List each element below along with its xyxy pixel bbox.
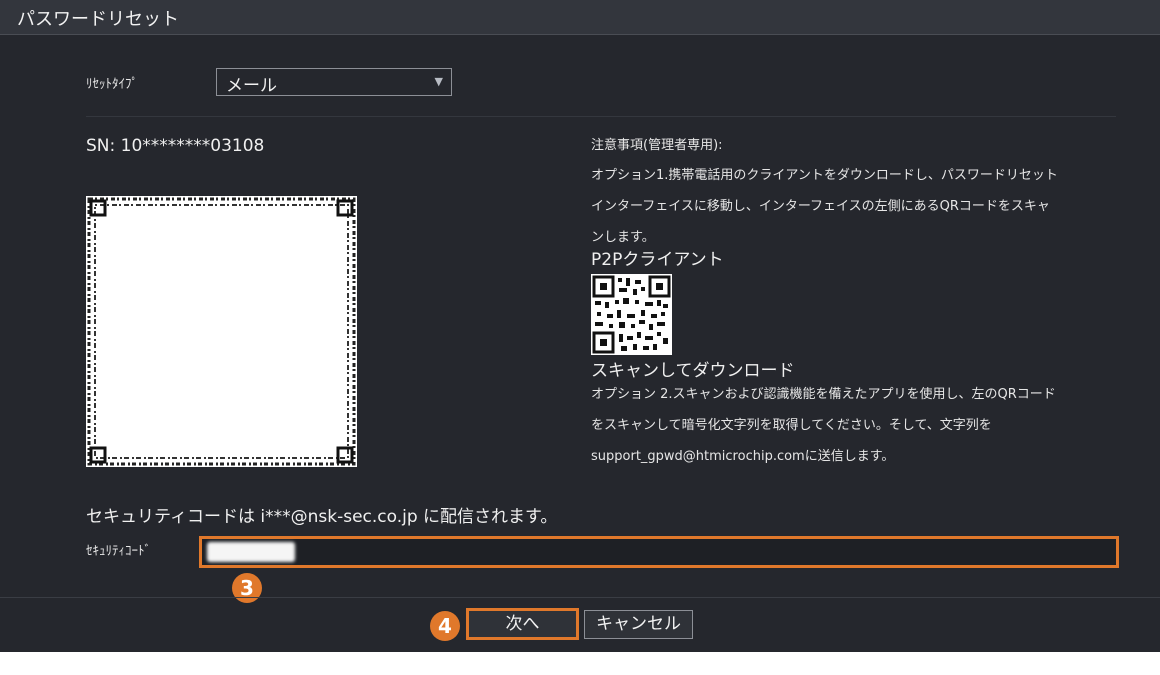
serial-number: SN: 10********03108 xyxy=(86,136,265,156)
option1-line: インターフェイスに移動し、インターフェイスの左側にあるQRコードをスキャ xyxy=(591,199,1050,214)
title-bar: パスワードリセット xyxy=(0,0,1160,35)
security-code-delivery-text: セキュリティコードは i***@nsk-sec.co.jp に配信されます。 xyxy=(86,507,558,527)
security-code-input[interactable] xyxy=(199,536,1119,568)
reset-type-value: メール xyxy=(226,76,277,96)
password-reset-dialog: パスワードリセット ﾘｾｯﾄﾀｲﾌﾟ メール ▼ SN: 10********0… xyxy=(0,0,1160,652)
step-4-marker: 4 xyxy=(430,611,460,641)
option1-line: ンします。 xyxy=(591,230,655,245)
option2-line: をスキャンして暗号化文字列を取得してください。そして、文字列を xyxy=(591,418,992,433)
step-3-marker: 3 xyxy=(232,573,262,603)
option2-line: support_gpwd@htmicrochip.comに送信します。 xyxy=(591,449,895,464)
security-code-label: ｾｷｭﾘﾃｨｺｰﾄﾞ xyxy=(86,544,151,559)
masked-code-value xyxy=(207,542,295,562)
p2p-client-qr-code xyxy=(591,274,672,355)
qr-code-icon xyxy=(87,197,356,466)
footer-separator xyxy=(0,597,1160,598)
scan-download-heading: スキャンしてダウンロード xyxy=(591,361,795,381)
cancel-button[interactable]: キャンセル xyxy=(584,610,693,639)
p2p-client-heading: P2Pクライアント xyxy=(591,250,724,270)
reset-type-label: ﾘｾｯﾄﾀｲﾌﾟ xyxy=(86,77,138,92)
next-button[interactable]: 次へ xyxy=(466,608,579,640)
qr-code-icon xyxy=(591,274,672,355)
dialog-title: パスワードリセット xyxy=(17,9,179,30)
divider xyxy=(86,116,1116,117)
option2-line: オプション 2.スキャンおよび認識機能を備えたアプリを使用し、左のQRコード xyxy=(591,387,1056,402)
notice-title: 注意事項(管理者専用): xyxy=(591,138,723,153)
reset-type-select[interactable]: メール ▼ xyxy=(216,68,452,96)
reset-qr-code xyxy=(86,196,357,467)
option1-line: オプション1.携帯電話用のクライアントをダウンロードし、パスワードリセット xyxy=(591,168,1058,183)
caret-down-icon: ▼ xyxy=(434,75,443,88)
